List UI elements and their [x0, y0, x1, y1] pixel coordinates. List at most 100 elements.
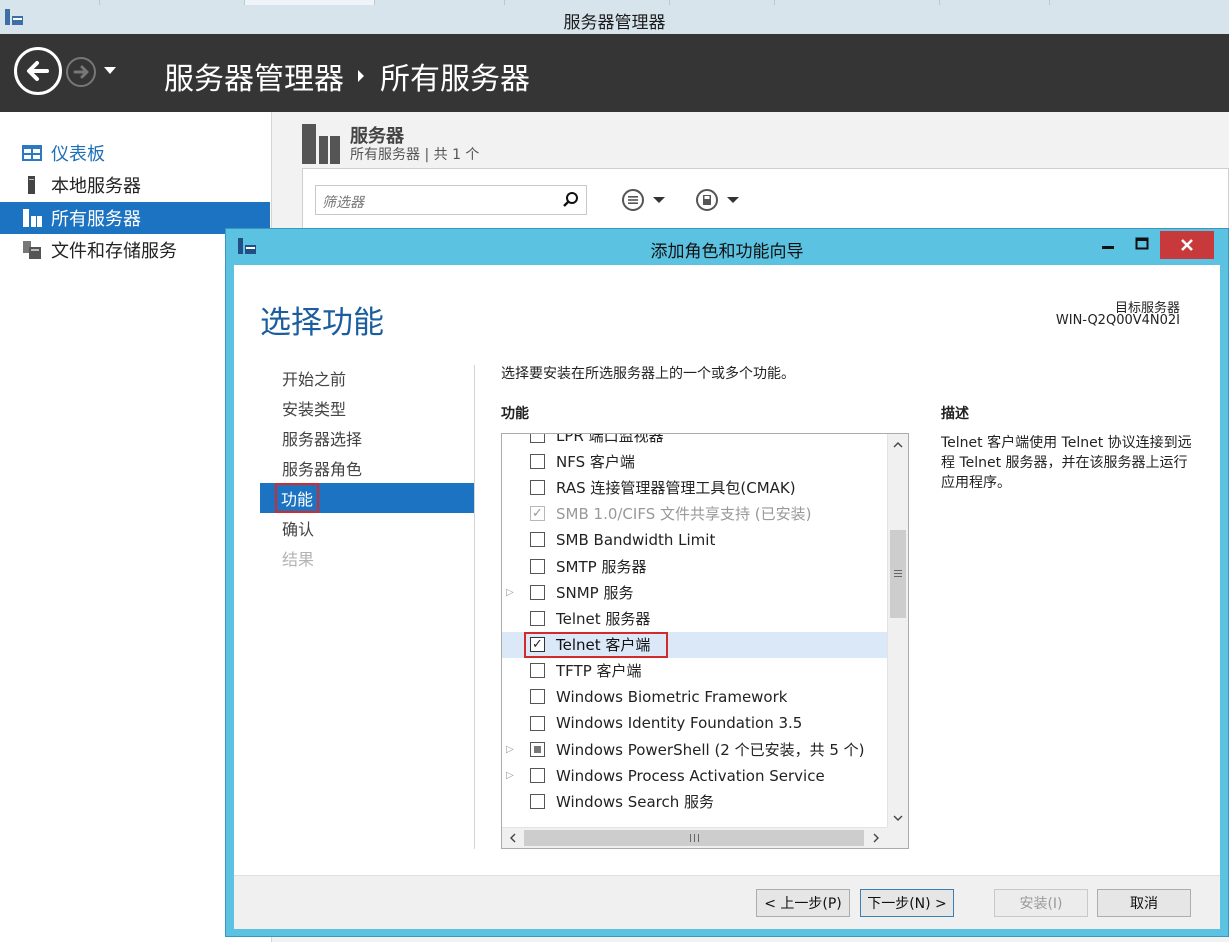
vertical-scrollbar[interactable]: [887, 434, 908, 828]
list-options-icon: [622, 189, 644, 211]
target-server-name: WIN-Q2Q00V4N02I: [1055, 313, 1180, 328]
save-icon: [696, 189, 718, 211]
feature-label: NFS 客户端: [556, 452, 635, 471]
expand-arrow-icon[interactable]: ▷: [506, 587, 514, 598]
feature-row[interactable]: Telnet 服务器: [502, 605, 887, 631]
instruction-text: 选择要安装在所选服务器上的一个或多个功能。: [501, 366, 795, 382]
previous-button[interactable]: < 上一步(P): [756, 889, 850, 917]
step-label: 结果: [282, 550, 315, 569]
features-tree[interactable]: LPR 端口监视器 NFS 客户端 RAS 连接管理器管理工具包(CMAK) ✓ SMB…: [501, 433, 909, 849]
scroll-left-icon[interactable]: [502, 828, 522, 848]
step-label: 功能: [274, 483, 320, 513]
feature-checkbox[interactable]: [530, 794, 545, 810]
chevron-down-icon: [727, 197, 739, 203]
local-server-icon: [28, 176, 35, 194]
all-servers-icon: [23, 209, 42, 227]
chevron-down-icon: [653, 197, 665, 203]
forward-button[interactable]: [66, 57, 96, 87]
sidebar-item-label: 文件和存储服务: [51, 241, 177, 262]
feature-row[interactable]: ▷ SNMP 服务: [502, 579, 887, 605]
step-confirmation[interactable]: 确认: [260, 513, 474, 543]
sidebar-item-label: 本地服务器: [51, 176, 141, 197]
back-button[interactable]: [14, 47, 62, 95]
servers-tile-icon: [302, 124, 340, 164]
view-options-button[interactable]: [621, 185, 667, 215]
grip-icon: [894, 570, 902, 577]
scroll-right-icon[interactable]: [866, 828, 886, 848]
save-query-button[interactable]: [695, 185, 741, 215]
feature-row[interactable]: RAS 连接管理器管理工具包(CMAK): [502, 474, 887, 500]
search-icon[interactable]: [562, 191, 580, 209]
feature-label: SMB 1.0/CIFS 文件共享支持 (已安装): [556, 505, 812, 524]
step-server-selection[interactable]: 服务器选择: [260, 423, 474, 453]
file-storage-icon: [23, 241, 41, 259]
taskbar-tab-strip: [0, 0, 1229, 6]
maximize-icon: [1135, 237, 1149, 250]
page-title: 选择功能: [260, 305, 384, 341]
cancel-button[interactable]: 取消: [1097, 889, 1191, 917]
step-before-you-begin[interactable]: 开始之前: [260, 363, 474, 393]
dashboard-icon: [22, 145, 42, 161]
feature-checkbox[interactable]: ✓: [530, 637, 545, 653]
horizontal-scrollbar[interactable]: [502, 827, 908, 848]
feature-row[interactable]: Windows Biometric Framework: [502, 684, 887, 710]
steps-divider: [474, 365, 475, 849]
scrollbar-corner: [887, 827, 908, 848]
feature-checkbox[interactable]: [530, 558, 545, 574]
history-dropdown-icon[interactable]: [104, 67, 116, 74]
feature-checkbox[interactable]: [530, 663, 545, 679]
next-button[interactable]: 下一步(N) >: [860, 889, 954, 917]
install-button: 安装(I): [994, 889, 1088, 917]
sidebar-item-local-server[interactable]: 本地服务器: [0, 169, 270, 201]
features-rows: LPR 端口监视器 NFS 客户端 RAS 连接管理器管理工具包(CMAK) ✓ SMB…: [502, 434, 887, 815]
features-heading: 功能: [501, 406, 529, 422]
feature-row[interactable]: ✓ SMB 1.0/CIFS 文件共享支持 (已安装): [502, 501, 887, 527]
minimize-button[interactable]: [1092, 231, 1124, 257]
feature-row[interactable]: Windows Identity Foundation 3.5: [502, 710, 887, 736]
vertical-scroll-thumb[interactable]: [890, 530, 906, 618]
scroll-up-icon[interactable]: [888, 434, 908, 454]
close-button[interactable]: [1160, 231, 1214, 259]
step-label: 服务器角色: [282, 460, 363, 479]
feature-checkbox[interactable]: [530, 584, 545, 600]
feature-row[interactable]: ✓ Telnet 客户端: [502, 631, 887, 658]
feature-row[interactable]: ▷ Windows PowerShell (2 个已安装，共 5 个): [502, 736, 887, 762]
feature-checkbox[interactable]: [530, 453, 545, 469]
wizard-body: 选择功能 目标服务器 WIN-Q2Q00V4N02I 开始之前 安装类型 服务器…: [234, 265, 1220, 929]
feature-checkbox[interactable]: [530, 689, 545, 705]
scroll-down-icon[interactable]: [888, 808, 908, 828]
horizontal-scroll-thumb[interactable]: [524, 830, 864, 846]
feature-row[interactable]: ▷ Windows Process Activation Service: [502, 762, 887, 788]
maximize-button[interactable]: [1126, 231, 1158, 257]
feature-row[interactable]: TFTP 客户端: [502, 658, 887, 684]
sidebar-item-label: 所有服务器: [51, 209, 141, 230]
expand-arrow-icon[interactable]: ▷: [506, 770, 514, 781]
server-manager-header: 服务器管理器 所有服务器: [0, 34, 1229, 112]
expand-arrow-icon[interactable]: ▷: [506, 744, 514, 755]
step-features[interactable]: 功能: [260, 483, 474, 513]
filter-input[interactable]: 筛选器: [315, 185, 587, 215]
filter-placeholder: 筛选器: [322, 195, 364, 211]
server-manager-titlebar: 服务器管理器: [0, 0, 1229, 34]
step-server-roles[interactable]: 服务器角色: [260, 453, 474, 483]
feature-checkbox[interactable]: [530, 768, 545, 784]
sidebar-item-dashboard[interactable]: 仪表板: [0, 137, 270, 169]
breadcrumb: 服务器管理器 所有服务器: [164, 54, 530, 98]
grip-icon: [690, 834, 699, 842]
feature-checkbox[interactable]: [530, 715, 545, 731]
feature-checkbox[interactable]: [530, 532, 545, 548]
step-installation-type[interactable]: 安装类型: [260, 393, 474, 423]
feature-label: TFTP 客户端: [556, 662, 642, 681]
feature-row[interactable]: LPR 端口监视器: [502, 434, 887, 448]
feature-row[interactable]: SMB Bandwidth Limit: [502, 527, 887, 553]
feature-label: SMB Bandwidth Limit: [556, 530, 716, 549]
breadcrumb-root[interactable]: 服务器管理器: [164, 54, 344, 98]
feature-row[interactable]: SMTP 服务器: [502, 553, 887, 579]
feature-checkbox[interactable]: [530, 479, 545, 495]
partial-checkbox[interactable]: [530, 741, 545, 757]
breadcrumb-current: 所有服务器: [380, 62, 530, 97]
feature-row[interactable]: Windows Search 服务: [502, 789, 887, 815]
feature-row[interactable]: NFS 客户端: [502, 448, 887, 474]
feature-checkbox[interactable]: [530, 434, 545, 443]
feature-checkbox[interactable]: [530, 610, 545, 626]
